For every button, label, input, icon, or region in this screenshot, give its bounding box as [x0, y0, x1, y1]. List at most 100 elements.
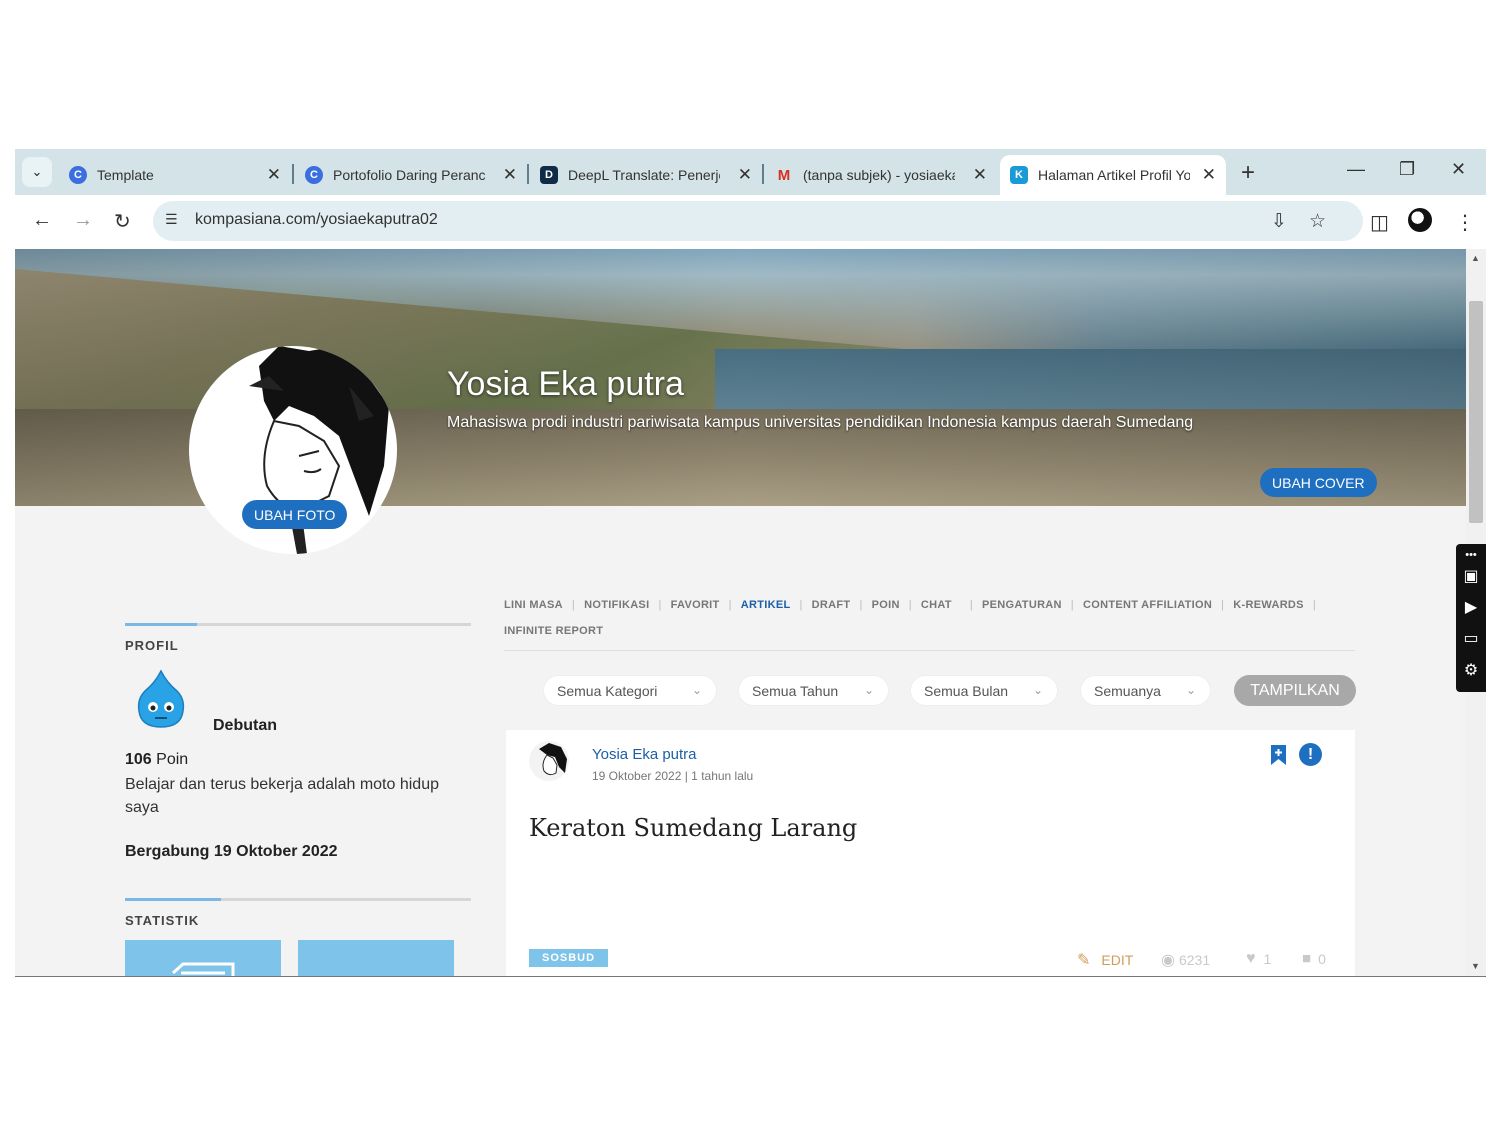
article-title[interactable]: Keraton Sumedang Larang	[529, 814, 857, 842]
minimize-icon[interactable]: —	[1347, 159, 1365, 180]
video-camera-icon[interactable]: ▶	[1462, 599, 1480, 617]
close-icon[interactable]: ✕	[261, 165, 281, 185]
menu-divider	[504, 650, 1355, 651]
bookmark-add-icon[interactable]	[1270, 744, 1287, 766]
site-info-icon[interactable]: ☰	[165, 211, 178, 228]
tab-title: Halaman Artikel Profil Yo	[1038, 167, 1190, 183]
debutan-badge-icon	[137, 669, 185, 731]
badge-label: Debutan	[213, 717, 277, 734]
year-select[interactable]: Semua Tahun ⌄	[738, 675, 889, 706]
heart-icon: ♥	[1246, 950, 1256, 967]
article-category-badge[interactable]: SOSBUD	[529, 949, 609, 967]
stats-section-title: STATISTIK	[125, 913, 200, 928]
article-card: Yosia Eka putra 19 Oktober 2022 | 1 tahu…	[506, 730, 1355, 976]
nav-draft[interactable]: DRAFT	[812, 599, 851, 611]
tab-kompasiana[interactable]: K Halaman Artikel Profil Yo ✕	[1000, 155, 1226, 195]
bookmark-star-icon[interactable]: ☆	[1309, 210, 1326, 233]
profile-bio: Belajar dan terus bekerja adalah moto hi…	[125, 776, 439, 816]
tab-deepl[interactable]: D DeepL Translate: Penerje ✕	[530, 155, 762, 195]
article-meta: 19 Oktober 2022 | 1 tahun lalu	[592, 769, 754, 783]
tab-divider	[527, 164, 529, 184]
change-cover-button[interactable]: UBAH COVER	[1260, 468, 1377, 497]
change-photo-button[interactable]: UBAH FOTO	[242, 500, 348, 529]
show-button[interactable]: TAMPILKAN	[1234, 675, 1356, 706]
settings-gear-icon[interactable]: ⚙	[1462, 662, 1480, 680]
window-capture-icon[interactable]: ▭	[1462, 630, 1480, 648]
side-panel-icon[interactable]: ◫	[1370, 210, 1389, 235]
nav-favorit[interactable]: FAVORIT	[671, 599, 720, 611]
article-author[interactable]: Yosia Eka putra	[592, 746, 697, 763]
scroll-thumb[interactable]	[1469, 301, 1483, 523]
menu-kebab-icon[interactable]: ⋮	[1455, 210, 1475, 235]
nav-lini-masa[interactable]: LINI MASA	[504, 599, 563, 611]
chevron-down-icon: ⌄	[863, 683, 874, 697]
back-icon[interactable]: ←	[32, 209, 52, 232]
nav-chat[interactable]: CHAT	[921, 599, 952, 611]
comments-count: 0	[1318, 950, 1326, 967]
comment-icon: ■	[1302, 950, 1312, 967]
close-icon[interactable]: ✕	[732, 165, 752, 185]
tab-divider	[762, 164, 764, 184]
browser-window: ⌄ C Template ✕ C Portofolio Daring Peran…	[15, 149, 1486, 977]
reload-icon[interactable]: ↻	[114, 209, 131, 234]
canva-icon: C	[69, 166, 87, 184]
new-tab-icon[interactable]: +	[1241, 159, 1255, 187]
stat-card-second	[298, 940, 454, 976]
points-text: 106 Poin	[125, 751, 188, 769]
close-icon[interactable]: ✕	[1196, 165, 1216, 185]
tab-strip: ⌄ C Template ✕ C Portofolio Daring Peran…	[15, 149, 1486, 195]
points-label: Poin	[156, 751, 189, 768]
nav-pengaturan[interactable]: PENGATURAN	[982, 599, 1062, 611]
nav-poin[interactable]: POIN	[872, 599, 900, 611]
kompasiana-icon: K	[1010, 166, 1028, 184]
nav-artikel[interactable]: ARTIKEL	[741, 599, 791, 611]
nav-infinite-report[interactable]: INFINITE REPORT	[504, 625, 603, 637]
comments-stat: ■ 0	[1302, 950, 1326, 967]
gmail-icon: M	[777, 166, 791, 184]
chevron-down-icon: ⌄	[691, 683, 702, 697]
tab-divider	[292, 164, 294, 184]
nav-content-affiliation[interactable]: CONTENT AFFILIATION	[1083, 599, 1212, 611]
profile-name: Yosia Eka putra	[447, 365, 684, 403]
tab-title: DeepL Translate: Penerje	[568, 167, 720, 183]
tab-portofolio[interactable]: C Portofolio Daring Peranc ✕	[295, 155, 527, 195]
month-select[interactable]: Semua Bulan ⌄	[910, 675, 1058, 706]
pencil-icon: ✎	[1077, 952, 1091, 969]
tab-template[interactable]: C Template ✕	[59, 155, 291, 195]
joined-date: Bergabung 19 Oktober 2022	[125, 843, 338, 860]
scroll-up-icon[interactable]: ▲	[1471, 253, 1480, 263]
tab-title: Template	[97, 167, 154, 183]
views-stat: ◉ 6231	[1161, 950, 1210, 970]
screen-recorder-toolbar: ••• ▣ ▶ ▭ ⚙	[1456, 544, 1486, 692]
close-icon[interactable]: ✕	[967, 165, 987, 185]
address-bar[interactable]: ☰ kompasiana.com/yosiaekaputra02 ⇩ ☆	[153, 201, 1363, 241]
edit-article-link[interactable]: ✎ EDIT	[1077, 950, 1133, 970]
year-select-value: Semua Tahun	[752, 682, 839, 699]
category-select[interactable]: Semua Kategori ⌄	[543, 675, 717, 706]
nav-notifikasi[interactable]: NOTIFIKASI	[584, 599, 649, 611]
type-select[interactable]: Semuanya ⌄	[1080, 675, 1211, 706]
canva-icon: C	[305, 166, 323, 184]
install-app-icon[interactable]: ⇩	[1271, 210, 1287, 233]
forward-icon[interactable]: →	[73, 209, 93, 232]
close-icon[interactable]: ✕	[497, 165, 517, 185]
type-select-value: Semuanya	[1094, 682, 1161, 699]
views-count: 6231	[1178, 952, 1211, 968]
profile-avatar-icon[interactable]	[1408, 208, 1432, 232]
deepl-icon: D	[540, 166, 558, 184]
author-avatar[interactable]	[529, 741, 569, 781]
tab-gmail[interactable]: M (tanpa subjek) - yosiaeka ✕	[765, 155, 997, 195]
stats-section-divider	[125, 898, 471, 901]
scroll-down-icon[interactable]: ▼	[1471, 961, 1480, 971]
month-select-value: Semua Bulan	[924, 682, 1009, 699]
report-icon[interactable]: !	[1299, 743, 1322, 766]
camera-icon[interactable]: ▣	[1462, 568, 1480, 586]
nav-k-rewards[interactable]: K-REWARDS	[1233, 599, 1304, 611]
tab-search-button[interactable]: ⌄	[22, 157, 52, 187]
restore-icon[interactable]: ❐	[1399, 159, 1415, 180]
url-text[interactable]: kompasiana.com/yosiaekaputra02	[195, 211, 438, 229]
pin-icon[interactable]: •••	[1462, 546, 1480, 564]
profile-nav-menu: LINI MASA | NOTIFIKASI | FAVORIT | ARTIKEL |…	[504, 599, 1316, 637]
chevron-down-icon: ⌄	[31, 164, 43, 179]
window-close-icon[interactable]: ✕	[1451, 159, 1466, 180]
